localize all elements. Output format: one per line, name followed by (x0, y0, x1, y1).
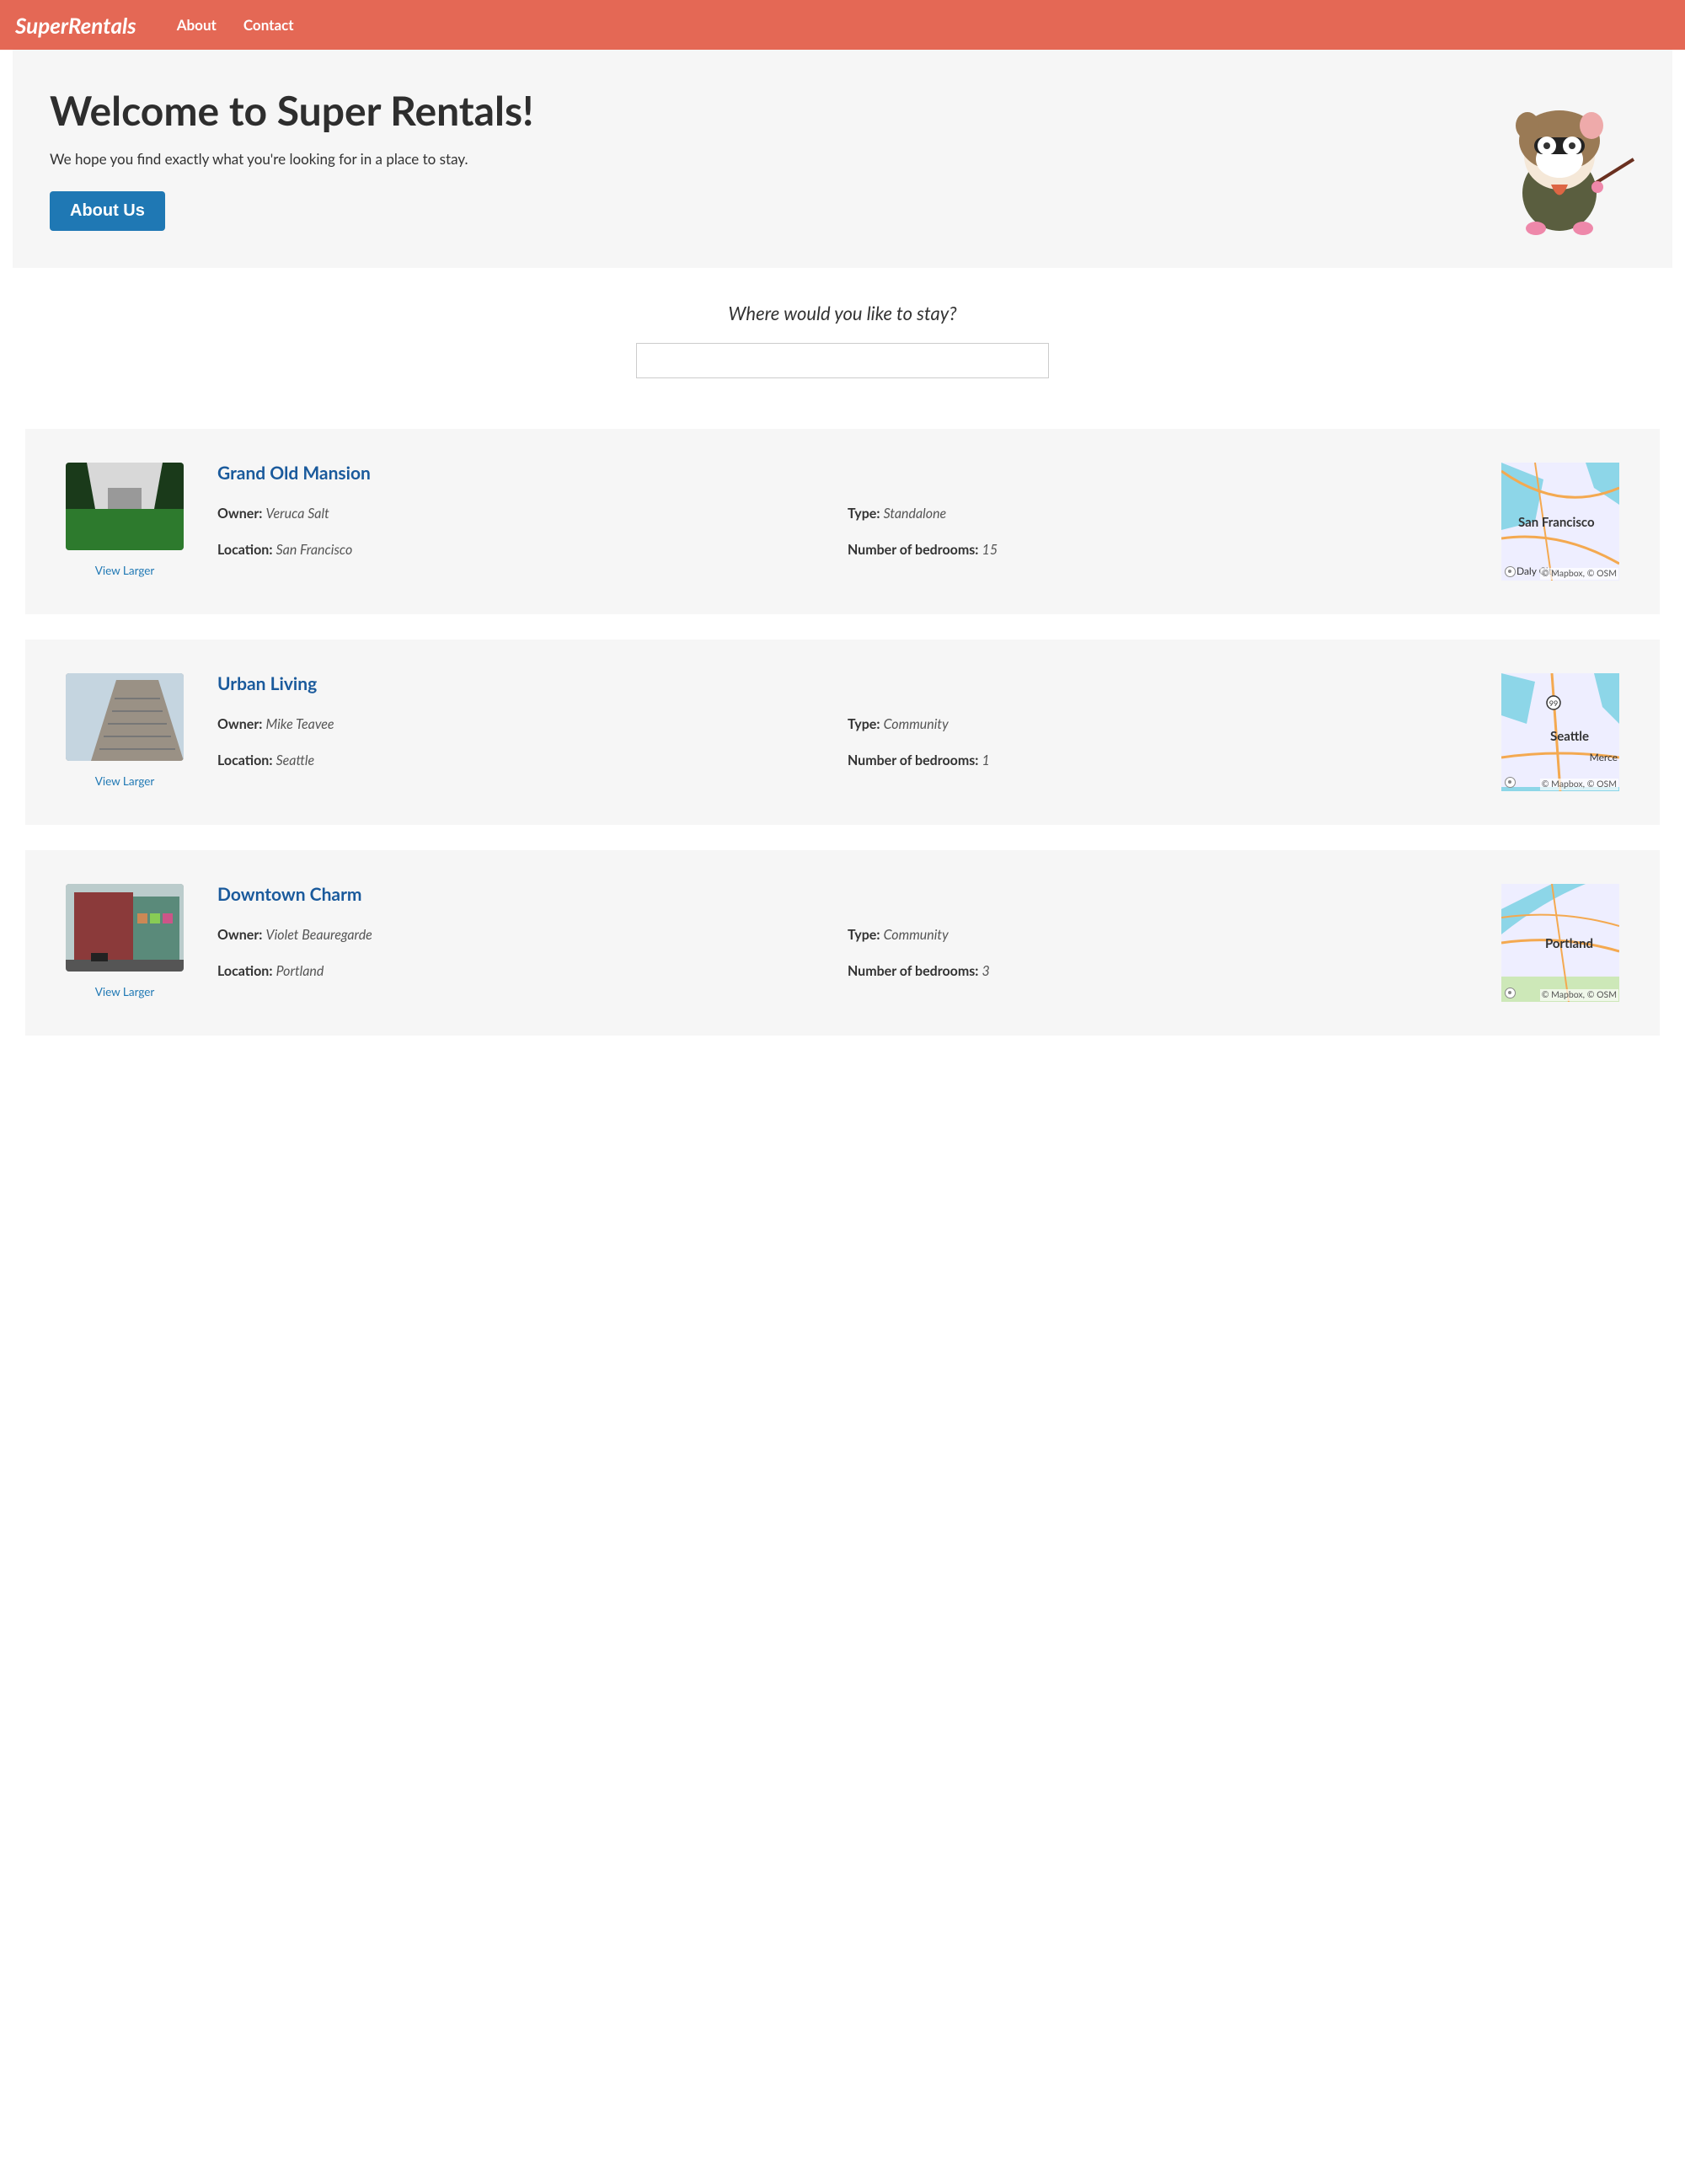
map-city-label: Seattle (1550, 729, 1589, 744)
owner-label: Owner: (217, 716, 262, 732)
top-nav: SuperRentals About Contact (0, 0, 1685, 50)
location-value: Seattle (276, 752, 315, 768)
location-label: Location: (217, 963, 272, 979)
bedrooms-value: 15 (982, 542, 998, 558)
search-section: Where would you like to stay? (0, 302, 1685, 378)
logo[interactable]: SuperRentals (15, 12, 136, 39)
nav-link-contact[interactable]: Contact (243, 16, 294, 34)
type-label: Type: (848, 506, 880, 522)
location-label: Location: (217, 542, 272, 558)
map-city-label: Portland (1545, 936, 1593, 951)
view-larger-link[interactable]: View Larger (95, 774, 155, 788)
map-city-label: San Francisco (1518, 515, 1595, 530)
map-pin-icon (1505, 566, 1516, 577)
map-attribution: © Mapbox, © OSM (1540, 779, 1618, 790)
map-sub-label: Merce (1590, 751, 1618, 763)
type-field: Type: Standalone (848, 506, 1468, 522)
owner-field: Owner: Violet Beauregarde (217, 927, 837, 943)
type-value: Standalone (884, 506, 947, 522)
location-label: Location: (217, 752, 272, 768)
owner-label: Owner: (217, 927, 262, 943)
bedrooms-label: Number of bedrooms: (848, 963, 978, 979)
view-larger-link[interactable]: View Larger (95, 985, 155, 998)
type-label: Type: (848, 716, 880, 732)
bedrooms-field: Number of bedrooms: 3 (848, 963, 1468, 979)
map-pin-icon (1505, 777, 1516, 788)
rental-card: View Larger Grand Old Mansion Owner: Ver… (25, 429, 1660, 614)
svg-text:99: 99 (1549, 699, 1558, 708)
location-field: Location: Portland (217, 963, 837, 979)
rental-map[interactable]: San Francisco Daly City © Mapbox, © OSM (1501, 463, 1619, 581)
rental-image[interactable] (66, 673, 184, 761)
bedrooms-field: Number of bedrooms: 1 (848, 752, 1468, 768)
nav-link-about[interactable]: About (177, 16, 217, 34)
rental-title-link[interactable]: Urban Living (217, 673, 1468, 694)
rental-image[interactable] (66, 884, 184, 972)
type-label: Type: (848, 927, 880, 943)
owner-value: Veruca Salt (266, 506, 329, 522)
bedrooms-value: 3 (982, 963, 990, 979)
rental-list: View Larger Grand Old Mansion Owner: Ver… (0, 429, 1685, 1036)
type-field: Type: Community (848, 716, 1468, 732)
owner-field: Owner: Veruca Salt (217, 506, 837, 522)
rental-title-link[interactable]: Downtown Charm (217, 884, 1468, 905)
rental-details: Grand Old Mansion Owner: Veruca Salt Typ… (217, 463, 1468, 558)
location-value: Portland (276, 963, 324, 979)
location-field: Location: Seattle (217, 752, 837, 768)
bedrooms-field: Number of bedrooms: 15 (848, 542, 1468, 558)
type-field: Type: Community (848, 927, 1468, 943)
rental-image-wrap: View Larger (66, 884, 184, 998)
search-input[interactable] (636, 343, 1049, 378)
rental-map[interactable]: Portland © Mapbox, © OSM (1501, 884, 1619, 1002)
bedrooms-label: Number of bedrooms: (848, 752, 978, 768)
bedrooms-label: Number of bedrooms: (848, 542, 978, 558)
hero-title: Welcome to Super Rentals! (50, 87, 1635, 135)
rental-map[interactable]: 99 Seattle Merce © Mapbox, © OSM (1501, 673, 1619, 791)
rental-details: Downtown Charm Owner: Violet Beauregarde… (217, 884, 1468, 979)
owner-field: Owner: Mike Teavee (217, 716, 837, 732)
rental-card: View Larger Urban Living Owner: Mike Tea… (25, 640, 1660, 825)
type-value: Community (884, 716, 949, 732)
search-label: Where would you like to stay? (0, 302, 1685, 324)
rental-card: View Larger Downtown Charm Owner: Violet… (25, 850, 1660, 1036)
about-us-button[interactable]: About Us (50, 191, 165, 231)
location-field: Location: San Francisco (217, 542, 837, 558)
type-value: Community (884, 927, 949, 943)
rental-image-wrap: View Larger (66, 463, 184, 577)
rental-image-wrap: View Larger (66, 673, 184, 788)
rental-image[interactable] (66, 463, 184, 550)
map-attribution: © Mapbox, © OSM (1540, 568, 1618, 580)
location-value: San Francisco (276, 542, 353, 558)
hero-subtitle: We hope you find exactly what you're loo… (50, 150, 1635, 168)
bedrooms-value: 1 (982, 752, 990, 768)
owner-value: Mike Teavee (266, 716, 334, 732)
nav-links: About Contact (177, 16, 294, 34)
rental-title-link[interactable]: Grand Old Mansion (217, 463, 1468, 484)
rental-details: Urban Living Owner: Mike Teavee Type: Co… (217, 673, 1468, 768)
owner-label: Owner: (217, 506, 262, 522)
view-larger-link[interactable]: View Larger (95, 564, 155, 577)
hero-banner: Welcome to Super Rentals! We hope you fi… (13, 50, 1672, 268)
owner-value: Violet Beauregarde (266, 927, 372, 943)
tomster-mascot-icon (1484, 75, 1635, 235)
map-pin-icon (1505, 988, 1516, 998)
map-attribution: © Mapbox, © OSM (1540, 989, 1618, 1001)
